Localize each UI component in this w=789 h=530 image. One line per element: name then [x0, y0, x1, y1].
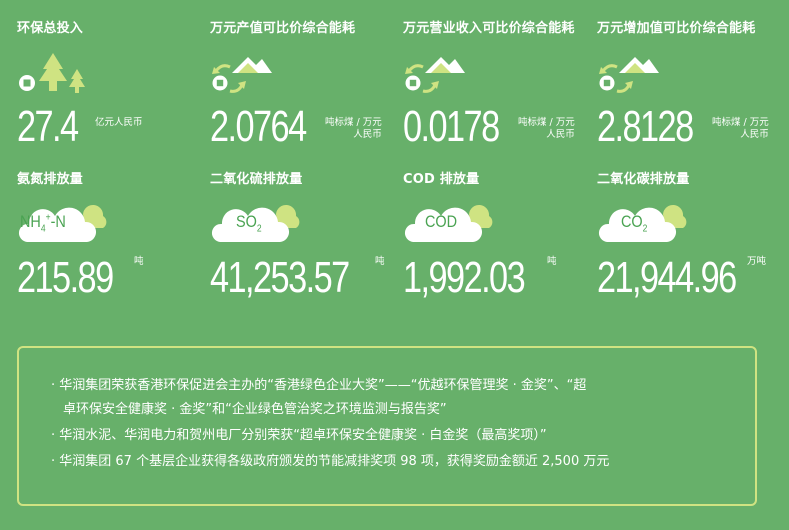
metric-value: 1,992.03: [403, 253, 526, 302]
metric-co2-emission: 二氧化碳排放量 CO2 21,944.96 万吨: [597, 168, 787, 318]
note-line: · 华润集团荣获香港环保促进会主办的“香港绿色企业大奖”——“优越环保管理奖 ·…: [51, 378, 587, 393]
note-line: · 华润集团 67 个基层企业获得各级政府颁发的节能减排奖项 98 项，获得奖励…: [51, 454, 610, 469]
note-line: · 华润水泥、华润电力和贺州电厂分别荣获“超卓环保安全健康奖 · 白金奖（最高奖…: [51, 428, 547, 443]
unit-line: 人民币: [546, 129, 575, 140]
recycle-mountain-icon: [599, 57, 659, 93]
metric-value: 2.0764: [210, 102, 307, 151]
metric-label: 万元产值可比价综合能耗: [210, 21, 356, 36]
metric-energy-revenue: 万元营业收入可比价综合能耗 0.0178 吨标煤 / 万元 人民币: [403, 17, 593, 167]
metric-unit: 亿元人民币: [95, 117, 143, 129]
co2-label: CO2: [621, 212, 648, 235]
metric-unit: 吨标煤 / 万元 人民币: [325, 117, 382, 141]
coin-trees-icon: [19, 53, 85, 93]
metric-so2-emission: 二氧化硫排放量 SO2 41,253.57 吨: [210, 168, 400, 318]
metric-label: 环保总投入: [17, 21, 84, 36]
metric-unit: 万吨: [747, 256, 767, 267]
metric-value: 215.89: [17, 253, 114, 302]
recycle-mountain-icon: [405, 57, 465, 93]
metric-cod-emission: COD 排放量 COD 1,992.03 吨: [403, 168, 593, 318]
metric-unit: 吨标煤 / 万元 人民币: [518, 117, 575, 141]
metric-value: 0.0178: [403, 102, 500, 151]
metric-label: 万元营业收入可比价综合能耗: [403, 21, 575, 36]
unit-line: 人民币: [353, 129, 382, 140]
unit-line: 人民币: [740, 129, 769, 140]
metric-label: COD 排放量: [403, 172, 480, 187]
metric-energy-value-added: 万元增加值可比价综合能耗 2.8128 吨标煤 / 万元 人民币: [597, 17, 787, 167]
metric-energy-output: 万元产值可比价综合能耗 2.0764 吨标煤 / 万元 人民币: [210, 17, 400, 167]
nh4-n-label: NH4+-N: [20, 212, 66, 235]
metric-label: 二氧化硫排放量: [210, 172, 303, 187]
metric-unit: 吨: [134, 256, 144, 267]
metric-label: 二氧化碳排放量: [597, 172, 690, 187]
metric-label: 氨氮排放量: [17, 172, 84, 187]
metric-label: 万元增加值可比价综合能耗: [597, 21, 756, 36]
metric-value: 27.4: [17, 102, 79, 151]
cod-label: COD: [425, 212, 458, 231]
unit-line: 亿元人民币: [95, 117, 143, 128]
metric-total-investment: 环保总投入 27.4 亿元人民币: [17, 17, 207, 167]
unit-line: 吨标煤 / 万元: [325, 117, 382, 128]
note-line: 卓环保安全健康奖 · 金奖”和“企业绿色管治奖之环境监测与报告奖”: [63, 402, 447, 417]
metric-unit: 吨标煤 / 万元 人民币: [712, 117, 769, 141]
metric-ammonia-emission: 氨氮排放量 NH4+-N 215.89 吨: [17, 168, 207, 318]
metric-value: 41,253.57: [210, 253, 350, 302]
metric-unit: 吨: [547, 256, 557, 267]
so2-label: SO2: [236, 212, 262, 235]
metric-value: 2.8128: [597, 102, 694, 151]
awards-note-box: · 华润集团荣获香港环保促进会主办的“香港绿色企业大奖”——“优越环保管理奖 ·…: [17, 346, 757, 506]
metric-value: 21,944.96: [597, 253, 737, 302]
unit-line: 吨标煤 / 万元: [712, 117, 769, 128]
unit-line: 吨标煤 / 万元: [518, 117, 575, 128]
recycle-mountain-icon: [212, 57, 272, 93]
metric-unit: 吨: [375, 256, 385, 267]
